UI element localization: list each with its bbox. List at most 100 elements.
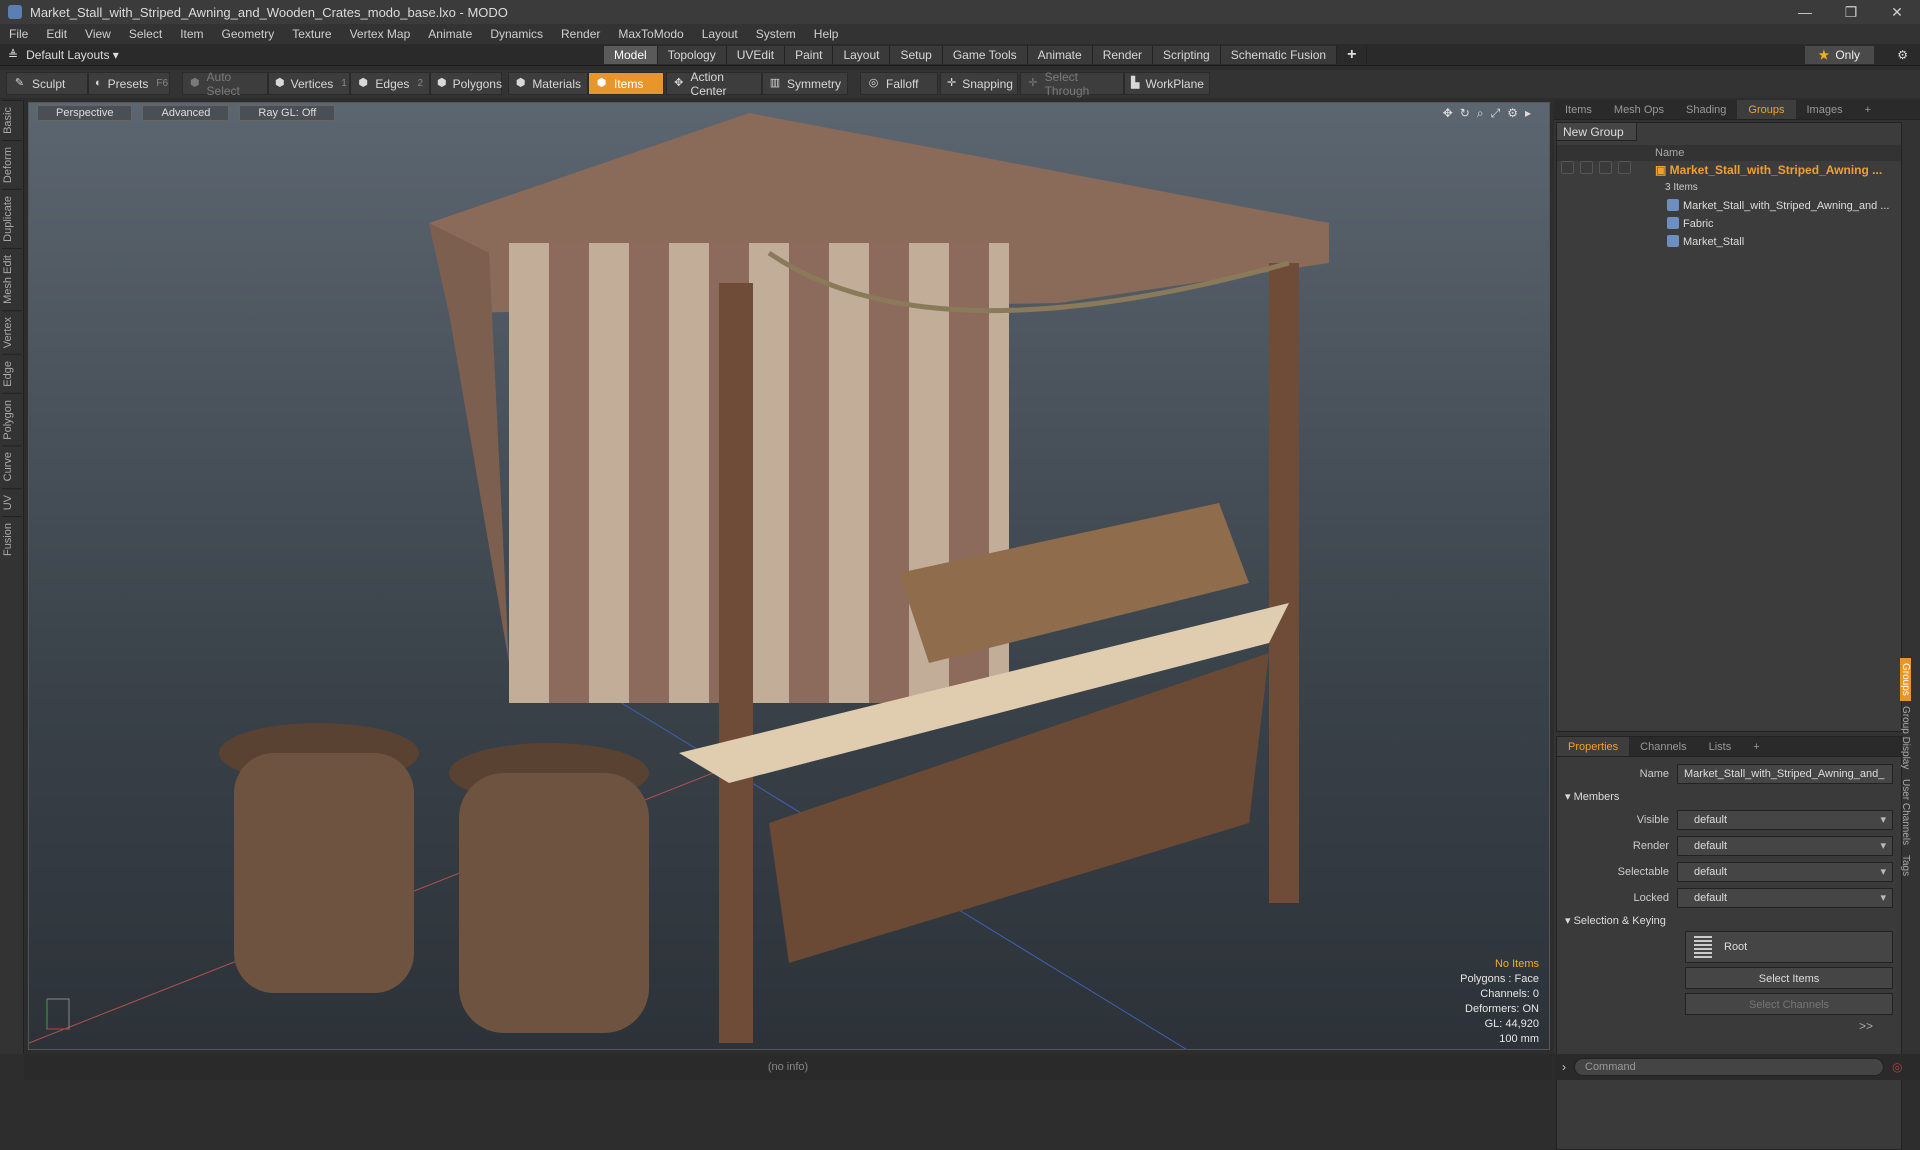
tab-user-channels[interactable]: User Channels — [1900, 774, 1911, 850]
visible-dropdown[interactable]: default — [1677, 810, 1893, 830]
tab-properties[interactable]: Properties — [1557, 737, 1630, 756]
tab-items[interactable]: Items — [1554, 100, 1603, 119]
tab-channels[interactable]: Channels — [1629, 737, 1697, 756]
tab-setup[interactable]: Setup — [890, 46, 943, 64]
command-expand-icon[interactable]: › — [1562, 1060, 1566, 1074]
polygons-button[interactable]: ⬢ Polygons — [430, 72, 502, 95]
add-props-tab-button[interactable]: + — [1742, 737, 1770, 756]
tab-layout[interactable]: Layout — [833, 46, 891, 64]
viewport-expand-icon[interactable]: ▸ — [1525, 106, 1531, 121]
fit-view-icon[interactable]: ⤢ — [1491, 106, 1501, 121]
selection-keying-section[interactable]: ▾ Selection & Keying — [1557, 911, 1901, 931]
tab-topology[interactable]: Topology — [657, 46, 727, 64]
menu-vertex-map[interactable]: Vertex Map — [341, 24, 420, 44]
lock-icon[interactable] — [1599, 161, 1612, 174]
tab-scripting[interactable]: Scripting — [1153, 46, 1221, 64]
close-button[interactable]: ✕ — [1874, 0, 1920, 24]
tab-groups-vertical[interactable]: Groups — [1900, 658, 1911, 701]
more-button[interactable]: >> — [1557, 1019, 1901, 1033]
menu-select[interactable]: Select — [120, 24, 171, 44]
select-items-button[interactable]: Select Items — [1685, 967, 1893, 989]
tab-game-tools[interactable]: Game Tools — [942, 46, 1028, 64]
render-icon[interactable] — [1580, 161, 1593, 174]
tab-deform[interactable]: Deform — [1, 139, 22, 189]
menu-item[interactable]: Item — [171, 24, 212, 44]
members-section[interactable]: ▾ Members — [1557, 787, 1901, 807]
tab-groups[interactable]: Groups — [1737, 100, 1796, 119]
falloff-button[interactable]: ◎ Falloff — [860, 72, 938, 95]
symmetry-button[interactable]: ▥ Symmetry — [762, 72, 848, 95]
menu-animate[interactable]: Animate — [419, 24, 481, 44]
menu-file[interactable]: File — [0, 24, 37, 44]
materials-button[interactable]: ⬢ Materials — [508, 72, 588, 95]
move-view-icon[interactable]: ✥ — [1443, 106, 1453, 121]
command-input[interactable]: Command — [1574, 1058, 1884, 1076]
viewport-gear-icon[interactable]: ⚙ — [1507, 106, 1518, 121]
tab-group-display[interactable]: Group Display — [1900, 701, 1911, 774]
tab-paint[interactable]: Paint — [785, 46, 834, 64]
layouts-dropdown[interactable]: Default Layouts ▾ — [26, 48, 119, 62]
maximize-button[interactable]: ❐ — [1828, 0, 1874, 24]
sculpt-button[interactable]: ✎ Sculpt — [6, 72, 88, 95]
menu-view[interactable]: View — [76, 24, 120, 44]
vertices-button[interactable]: ⬢ Vertices 1 — [268, 72, 350, 95]
tab-fusion[interactable]: Fusion — [1, 516, 22, 563]
add-panel-tab-button[interactable]: + — [1854, 100, 1882, 119]
advanced-button[interactable]: Advanced — [142, 105, 230, 121]
menu-layout[interactable]: Layout — [693, 24, 747, 44]
tab-render[interactable]: Render — [1092, 46, 1154, 64]
workplane-button[interactable]: ▙ WorkPlane — [1124, 72, 1210, 95]
name-column-header[interactable]: Name — [1557, 145, 1901, 161]
tab-shading[interactable]: Shading — [1675, 100, 1737, 119]
tab-tags[interactable]: Tags — [1900, 850, 1911, 881]
menu-edit[interactable]: Edit — [37, 24, 76, 44]
presets-button[interactable]: ◐ Presets F6 — [88, 72, 170, 95]
select-icon[interactable] — [1618, 161, 1631, 174]
menu-help[interactable]: Help — [805, 24, 848, 44]
menu-system[interactable]: System — [747, 24, 805, 44]
select-through-button[interactable]: ✛ Select Through — [1020, 70, 1124, 98]
3d-viewport[interactable]: Perspective Advanced Ray GL: Off ✥ ↻ ⌕ ⤢… — [28, 102, 1550, 1050]
tab-polygon[interactable]: Polygon — [1, 392, 22, 446]
name-field[interactable]: Market_Stall_with_Striped_Awning_and_ — [1677, 764, 1893, 784]
tab-edge[interactable]: Edge — [1, 353, 22, 393]
minimize-button[interactable]: — — [1782, 0, 1828, 24]
visibility-eye-icon[interactable] — [1561, 161, 1574, 174]
group-row[interactable]: ▣ Market_Stall_with_Striped_Awning ... — [1655, 161, 1901, 179]
tab-mesh-ops[interactable]: Mesh Ops — [1603, 100, 1675, 119]
rotate-view-icon[interactable]: ↻ — [1460, 106, 1470, 121]
gear-icon[interactable]: ⚙ — [1897, 46, 1908, 64]
tab-schematic-fusion[interactable]: Schematic Fusion — [1220, 46, 1338, 64]
snapping-button[interactable]: ✛ Snapping — [940, 72, 1018, 95]
items-button[interactable]: ⬢ Items — [588, 72, 664, 95]
tab-duplicate[interactable]: Duplicate — [1, 188, 22, 248]
new-group-button[interactable]: New Group — [1557, 123, 1637, 141]
command-history-icon[interactable]: ◎ — [1892, 1060, 1902, 1074]
group-child-item[interactable]: Fabric — [1655, 215, 1901, 233]
collapse-icon[interactable]: ≜ — [8, 48, 18, 62]
zoom-view-icon[interactable]: ⌕ — [1477, 106, 1484, 121]
tab-uv[interactable]: UV — [1, 487, 22, 517]
menu-texture[interactable]: Texture — [283, 24, 340, 44]
group-child-item[interactable]: Market_Stall — [1655, 233, 1901, 251]
root-button[interactable]: Root — [1685, 931, 1893, 963]
menu-geometry[interactable]: Geometry — [213, 24, 284, 44]
tab-animate[interactable]: Animate — [1027, 46, 1093, 64]
menu-render[interactable]: Render — [552, 24, 609, 44]
menu-maxtomodo[interactable]: MaxToModo — [609, 24, 692, 44]
tab-basic[interactable]: Basic — [1, 100, 22, 140]
locked-dropdown[interactable]: default — [1677, 888, 1893, 908]
select-channels-button[interactable]: Select Channels — [1685, 993, 1893, 1015]
menu-dynamics[interactable]: Dynamics — [481, 24, 552, 44]
tab-lists[interactable]: Lists — [1698, 737, 1743, 756]
edges-button[interactable]: ⬢ Edges 2 — [350, 72, 430, 95]
selectable-dropdown[interactable]: default — [1677, 862, 1893, 882]
perspective-button[interactable]: Perspective — [37, 105, 133, 121]
group-child-item[interactable]: Market_Stall_with_Striped_Awning_and ... — [1655, 197, 1901, 215]
tab-vertex[interactable]: Vertex — [1, 309, 22, 354]
auto-select-button[interactable]: ⬢ Auto Select — [182, 70, 268, 98]
action-center-button[interactable]: ✥ Action Center — [666, 70, 762, 98]
tab-model[interactable]: Model — [604, 46, 658, 64]
add-tab-button[interactable]: + — [1337, 46, 1368, 64]
only-toggle[interactable]: ★ Only — [1804, 46, 1874, 64]
